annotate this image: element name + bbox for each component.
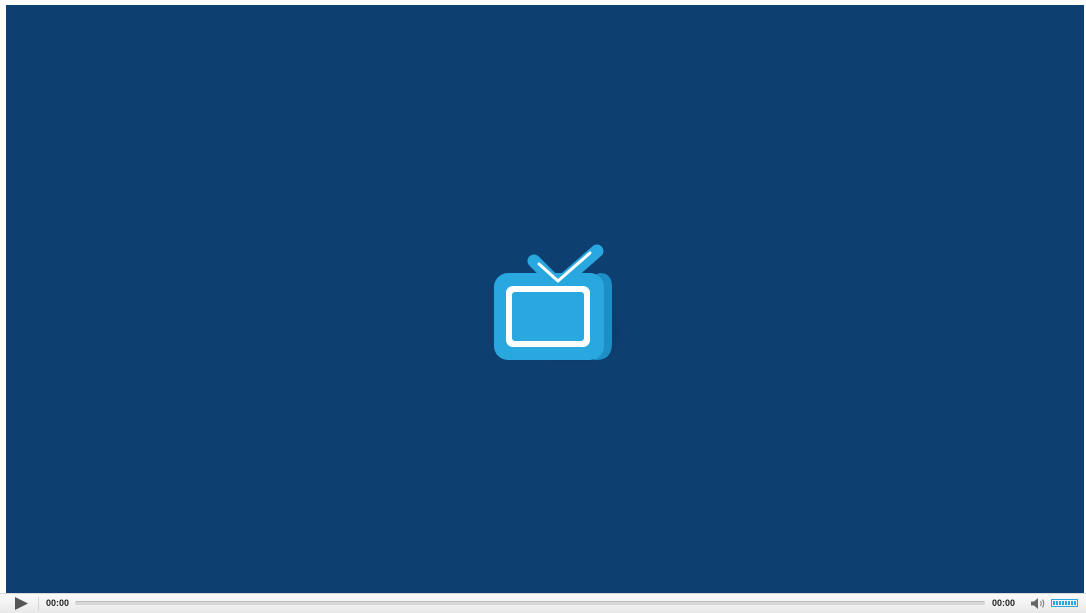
total-time: 00:00 xyxy=(992,598,1016,608)
video-player: 00:00 00:00 xyxy=(0,0,1086,613)
volume-segment xyxy=(1062,601,1064,605)
volume-segment xyxy=(1065,601,1067,605)
progress-bar[interactable] xyxy=(75,601,985,605)
tv-icon xyxy=(490,243,630,367)
volume-segment xyxy=(1053,601,1055,605)
volume-segment xyxy=(1071,601,1073,605)
volume-segment xyxy=(1056,601,1058,605)
play-icon xyxy=(15,597,28,610)
control-bar: 00:00 00:00 xyxy=(0,593,1086,613)
volume-segment xyxy=(1074,601,1076,605)
volume-segment xyxy=(1068,601,1070,605)
volume-icon[interactable] xyxy=(1030,597,1046,610)
play-button[interactable] xyxy=(10,596,34,611)
divider xyxy=(38,597,39,610)
video-screen[interactable] xyxy=(6,5,1084,593)
volume-slider[interactable] xyxy=(1051,599,1078,607)
volume-segment xyxy=(1059,601,1061,605)
current-time: 00:00 xyxy=(46,598,70,608)
